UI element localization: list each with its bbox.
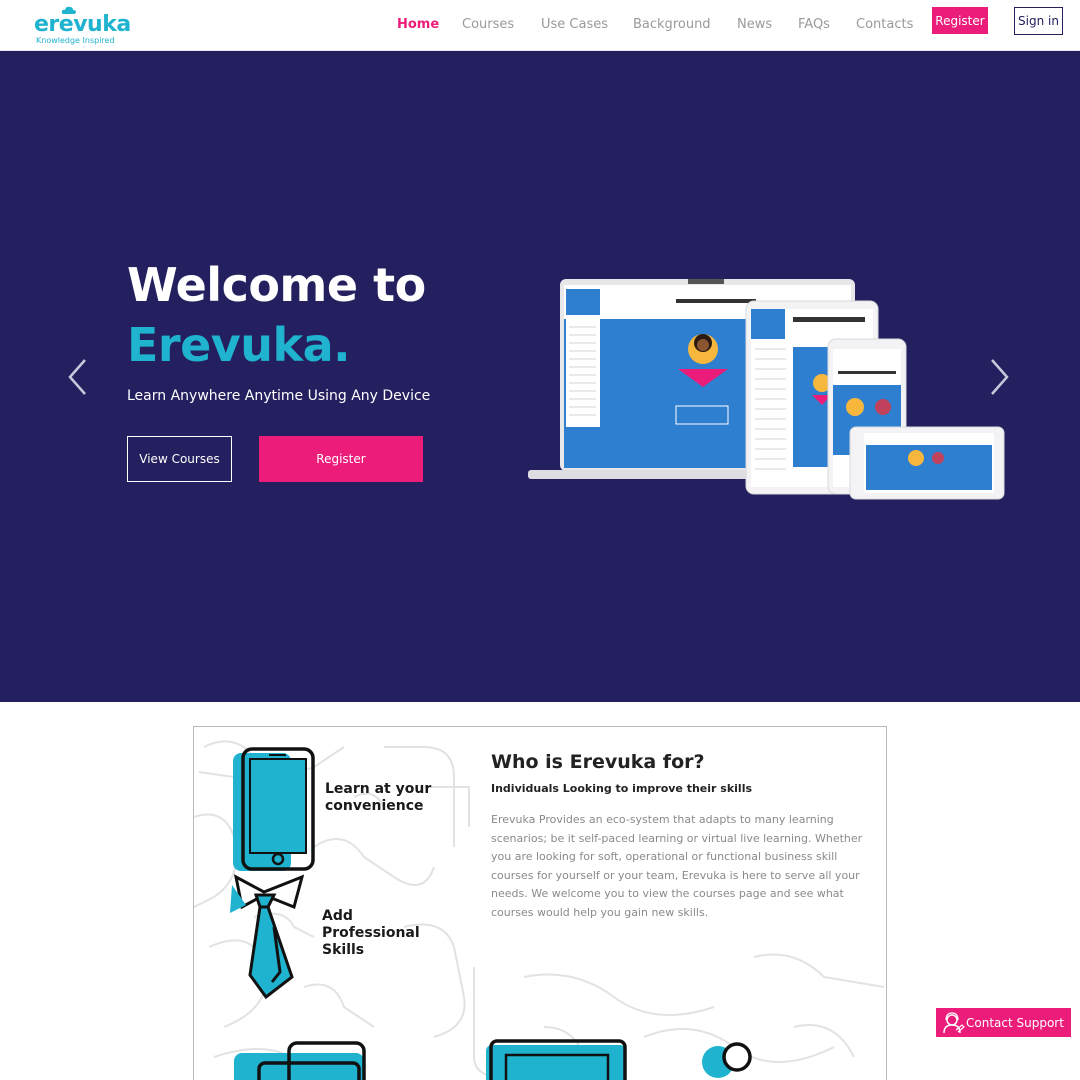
support-agent-icon <box>943 1012 965 1034</box>
nav-item-news[interactable]: News <box>737 17 772 32</box>
who-section-title: Who is Erevuka for? <box>491 751 705 773</box>
who-section-body: Erevuka Provides an eco-system that adap… <box>491 813 863 919</box>
feature-professional-skills: Add Professional Skills <box>322 908 420 958</box>
erevuka-logo[interactable]: erevuka Knowledge Inspired <box>34 6 134 46</box>
hero-title-line1: Welcome to <box>127 258 426 312</box>
nav-item-home[interactable]: Home <box>397 17 439 32</box>
nav-item-use-cases[interactable]: Use Cases <box>541 17 608 32</box>
contact-support-label: Contact Support <box>966 1015 1064 1030</box>
nav-signin-button[interactable]: Sign in <box>1014 7 1063 35</box>
view-courses-button[interactable]: View Courses <box>127 436 232 482</box>
feature-learn-convenience: Learn at your convenience <box>325 781 432 814</box>
who-is-erevuka-for-section: Learn at your convenience Add Profession… <box>193 726 887 1080</box>
devices-mockup-image <box>528 279 1005 500</box>
chevron-left-icon[interactable] <box>66 356 90 398</box>
nav-item-contacts[interactable]: Contacts <box>856 17 913 32</box>
logo-tagline: Knowledge Inspired <box>36 36 115 45</box>
nav-register-button[interactable]: Register <box>932 7 988 34</box>
contact-support-button[interactable]: Contact Support <box>936 1008 1071 1037</box>
nav-item-background[interactable]: Background <box>633 17 711 32</box>
logo-wordmark: erevuka <box>34 12 131 37</box>
hero-carousel: Welcome to Erevuka. Learn Anywhere Anyti… <box>0 51 1080 702</box>
hero-title-line2: Erevuka. <box>127 318 351 372</box>
hero-register-button[interactable]: Register <box>259 436 423 482</box>
nav-item-faqs[interactable]: FAQs <box>798 17 830 32</box>
nav-item-courses[interactable]: Courses <box>462 17 514 32</box>
top-navigation: erevuka Knowledge Inspired Home Courses … <box>0 0 1080 51</box>
who-section-subtitle: Individuals Looking to improve their ski… <box>491 782 753 795</box>
hero-subtitle: Learn Anywhere Anytime Using Any Device <box>127 388 431 404</box>
